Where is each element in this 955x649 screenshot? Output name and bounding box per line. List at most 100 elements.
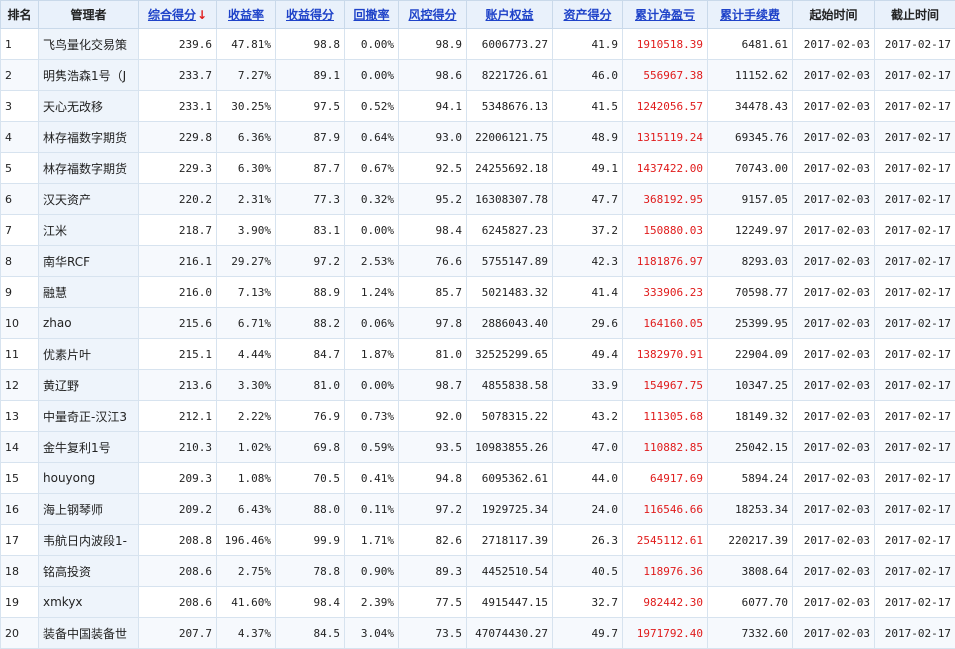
cell-return: 2.75% bbox=[217, 556, 276, 587]
cell-asset_score: 41.5 bbox=[553, 91, 623, 122]
cell-score: 233.1 bbox=[139, 91, 217, 122]
column-header-asset_score[interactable]: 资产得分 bbox=[553, 1, 623, 29]
cell-score: 229.3 bbox=[139, 153, 217, 184]
table-row: 19xmkyx208.641.60%98.42.39%77.54915447.1… bbox=[1, 587, 955, 618]
column-header-fees[interactable]: 累计手续费 bbox=[708, 1, 793, 29]
cell-end: 2017-02-17 bbox=[875, 29, 955, 60]
cell-start: 2017-02-03 bbox=[793, 556, 875, 587]
table-row: 16海上钢琴师209.26.43%88.00.11%97.21929725.34… bbox=[1, 494, 955, 525]
cell-drawdown: 0.32% bbox=[345, 184, 399, 215]
column-header-label[interactable]: 资产得分 bbox=[563, 8, 611, 22]
column-header-equity[interactable]: 账户权益 bbox=[467, 1, 553, 29]
cell-end: 2017-02-17 bbox=[875, 153, 955, 184]
table-body: 1飞鸟量化交易策239.647.81%98.80.00%98.96006773.… bbox=[1, 29, 955, 649]
cell-return_score: 84.5 bbox=[276, 618, 345, 649]
cell-end: 2017-02-17 bbox=[875, 432, 955, 463]
column-header-return_score[interactable]: 收益得分 bbox=[276, 1, 345, 29]
cell-score: 229.8 bbox=[139, 122, 217, 153]
cell-manager: 林存福数字期货 bbox=[39, 153, 139, 184]
cell-risk_score: 77.5 bbox=[399, 587, 467, 618]
cell-score: 216.0 bbox=[139, 277, 217, 308]
cell-end: 2017-02-17 bbox=[875, 556, 955, 587]
cell-score: 210.3 bbox=[139, 432, 217, 463]
cell-net_profit: 1437422.00 bbox=[623, 153, 708, 184]
column-header-label[interactable]: 账户权益 bbox=[485, 8, 533, 22]
cell-end: 2017-02-17 bbox=[875, 401, 955, 432]
cell-net_profit: 556967.38 bbox=[623, 60, 708, 91]
cell-start: 2017-02-03 bbox=[793, 29, 875, 60]
cell-drawdown: 1.71% bbox=[345, 525, 399, 556]
cell-drawdown: 0.90% bbox=[345, 556, 399, 587]
cell-equity: 22006121.75 bbox=[467, 122, 553, 153]
table-row: 15houyong209.31.08%70.50.41%94.86095362.… bbox=[1, 463, 955, 494]
cell-equity: 10983855.26 bbox=[467, 432, 553, 463]
cell-return: 2.22% bbox=[217, 401, 276, 432]
cell-fees: 12249.97 bbox=[708, 215, 793, 246]
table-row: 5林存福数字期货229.36.30%87.70.67%92.524255692.… bbox=[1, 153, 955, 184]
cell-start: 2017-02-03 bbox=[793, 525, 875, 556]
cell-net_profit: 150880.03 bbox=[623, 215, 708, 246]
cell-return_score: 98.8 bbox=[276, 29, 345, 60]
column-header-drawdown[interactable]: 回撤率 bbox=[345, 1, 399, 29]
column-header-label[interactable]: 风控得分 bbox=[408, 8, 456, 22]
cell-return: 6.43% bbox=[217, 494, 276, 525]
column-header-label[interactable]: 收益得分 bbox=[286, 8, 334, 22]
column-header-return[interactable]: 收益率 bbox=[217, 1, 276, 29]
column-header-manager: 管理者 bbox=[39, 1, 139, 29]
column-header-score[interactable]: 综合得分↓ bbox=[139, 1, 217, 29]
column-header-net_profit[interactable]: 累计净盈亏 bbox=[623, 1, 708, 29]
table-row: 12黄辽野213.63.30%81.00.00%98.74855838.5833… bbox=[1, 370, 955, 401]
cell-end: 2017-02-17 bbox=[875, 215, 955, 246]
cell-end: 2017-02-17 bbox=[875, 339, 955, 370]
cell-start: 2017-02-03 bbox=[793, 215, 875, 246]
cell-start: 2017-02-03 bbox=[793, 370, 875, 401]
cell-net_profit: 333906.23 bbox=[623, 277, 708, 308]
cell-return_score: 97.2 bbox=[276, 246, 345, 277]
cell-score: 218.7 bbox=[139, 215, 217, 246]
cell-net_profit: 368192.95 bbox=[623, 184, 708, 215]
cell-rank: 1 bbox=[1, 29, 39, 60]
cell-equity: 1929725.34 bbox=[467, 494, 553, 525]
cell-start: 2017-02-03 bbox=[793, 587, 875, 618]
cell-equity: 6095362.61 bbox=[467, 463, 553, 494]
cell-fees: 6077.70 bbox=[708, 587, 793, 618]
cell-score: 208.6 bbox=[139, 587, 217, 618]
column-header-label[interactable]: 收益率 bbox=[228, 8, 264, 22]
cell-return_score: 81.0 bbox=[276, 370, 345, 401]
sort-desc-arrow-icon[interactable]: ↓ bbox=[197, 8, 207, 22]
cell-net_profit: 1242056.57 bbox=[623, 91, 708, 122]
cell-drawdown: 0.06% bbox=[345, 308, 399, 339]
cell-return: 47.81% bbox=[217, 29, 276, 60]
cell-net_profit: 2545112.61 bbox=[623, 525, 708, 556]
cell-risk_score: 81.0 bbox=[399, 339, 467, 370]
cell-fees: 8293.03 bbox=[708, 246, 793, 277]
column-header-label[interactable]: 回撤率 bbox=[353, 8, 389, 22]
cell-asset_score: 42.3 bbox=[553, 246, 623, 277]
column-header-risk_score[interactable]: 风控得分 bbox=[399, 1, 467, 29]
column-header-label[interactable]: 累计手续费 bbox=[720, 8, 780, 22]
cell-return_score: 97.5 bbox=[276, 91, 345, 122]
column-header-label[interactable]: 综合得分 bbox=[148, 8, 196, 22]
cell-equity: 16308307.78 bbox=[467, 184, 553, 215]
cell-return_score: 88.9 bbox=[276, 277, 345, 308]
cell-asset_score: 46.0 bbox=[553, 60, 623, 91]
cell-drawdown: 0.41% bbox=[345, 463, 399, 494]
cell-equity: 24255692.18 bbox=[467, 153, 553, 184]
cell-return_score: 83.1 bbox=[276, 215, 345, 246]
cell-rank: 9 bbox=[1, 277, 39, 308]
cell-asset_score: 49.4 bbox=[553, 339, 623, 370]
cell-return: 3.30% bbox=[217, 370, 276, 401]
cell-end: 2017-02-17 bbox=[875, 494, 955, 525]
cell-drawdown: 0.00% bbox=[345, 29, 399, 60]
cell-rank: 18 bbox=[1, 556, 39, 587]
cell-drawdown: 0.00% bbox=[345, 370, 399, 401]
cell-return: 2.31% bbox=[217, 184, 276, 215]
column-header-label[interactable]: 累计净盈亏 bbox=[635, 8, 695, 22]
cell-equity: 4452510.54 bbox=[467, 556, 553, 587]
cell-asset_score: 29.6 bbox=[553, 308, 623, 339]
cell-return_score: 89.1 bbox=[276, 60, 345, 91]
cell-risk_score: 94.1 bbox=[399, 91, 467, 122]
cell-risk_score: 95.2 bbox=[399, 184, 467, 215]
cell-rank: 4 bbox=[1, 122, 39, 153]
cell-score: 212.1 bbox=[139, 401, 217, 432]
